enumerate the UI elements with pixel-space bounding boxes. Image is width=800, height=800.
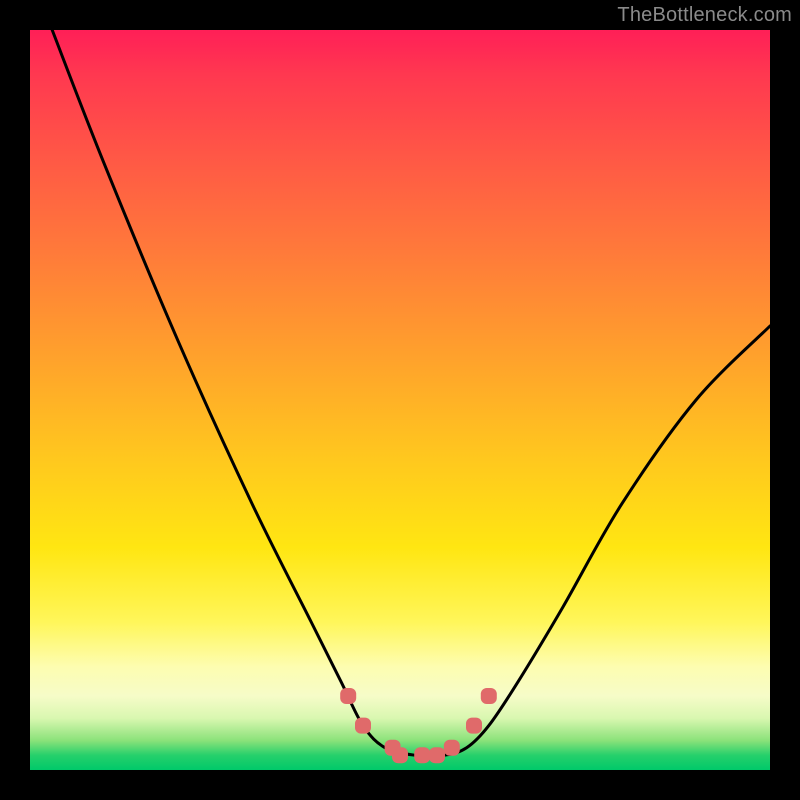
- bottleneck-curve: [52, 30, 770, 756]
- marker-dot: [481, 688, 497, 704]
- marker-dot: [340, 688, 356, 704]
- watermark-text: TheBottleneck.com: [617, 4, 792, 27]
- chart-svg: [30, 30, 770, 770]
- plot-area: [30, 30, 770, 770]
- marker-dot: [444, 740, 460, 756]
- marker-dot: [392, 747, 408, 763]
- marker-dot: [355, 718, 371, 734]
- chart-frame: TheBottleneck.com: [0, 0, 800, 800]
- highlight-markers: [340, 688, 497, 763]
- marker-dot: [429, 747, 445, 763]
- marker-dot: [466, 718, 482, 734]
- marker-dot: [414, 747, 430, 763]
